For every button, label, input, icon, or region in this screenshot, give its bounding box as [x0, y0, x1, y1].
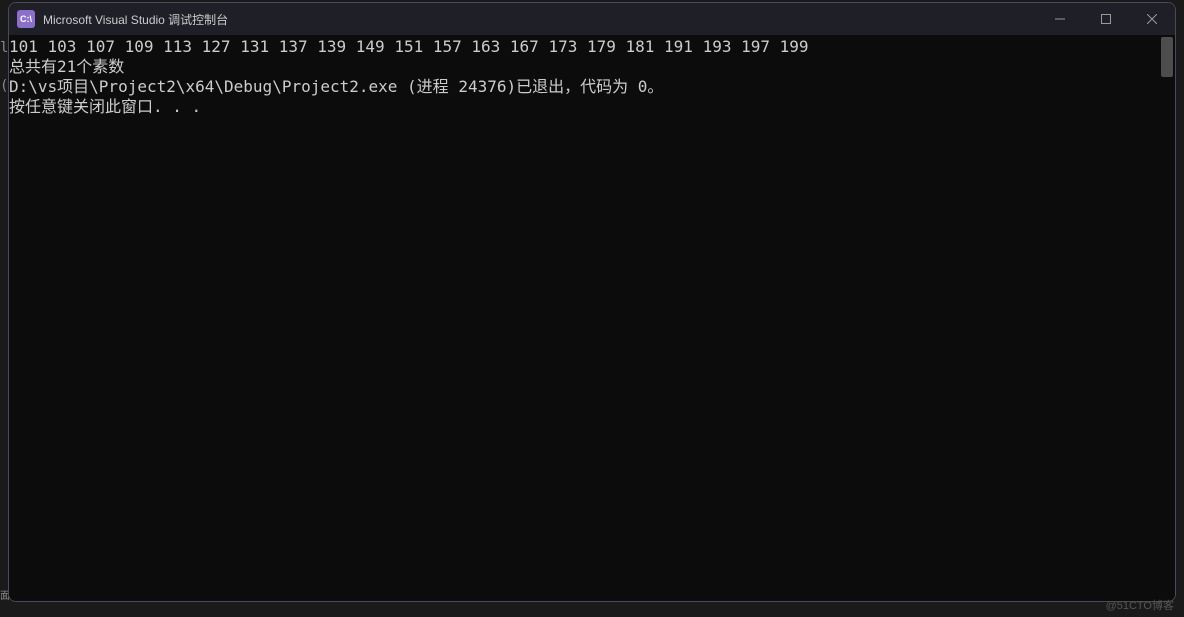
minimize-icon	[1055, 14, 1065, 24]
scrollbar-thumb[interactable]	[1161, 37, 1173, 77]
maximize-icon	[1101, 14, 1111, 24]
app-icon: C:\	[17, 10, 35, 28]
minimize-button[interactable]	[1037, 3, 1083, 35]
watermark-text: @51CTO博客	[1106, 597, 1174, 613]
window-title: Microsoft Visual Studio 调试控制台	[43, 11, 1037, 28]
vertical-scrollbar[interactable]	[1159, 35, 1175, 601]
close-icon	[1147, 14, 1157, 24]
maximize-button[interactable]	[1083, 3, 1129, 35]
console-window: C:\ Microsoft Visual Studio 调试控制台 101 10…	[8, 2, 1176, 602]
console-output: 101 103 107 109 113 127 131 137 139 149 …	[9, 35, 1175, 119]
console-body[interactable]: 101 103 107 109 113 127 131 137 139 149 …	[9, 35, 1175, 601]
window-controls	[1037, 3, 1175, 35]
close-button[interactable]	[1129, 3, 1175, 35]
titlebar[interactable]: C:\ Microsoft Visual Studio 调试控制台	[9, 3, 1175, 35]
